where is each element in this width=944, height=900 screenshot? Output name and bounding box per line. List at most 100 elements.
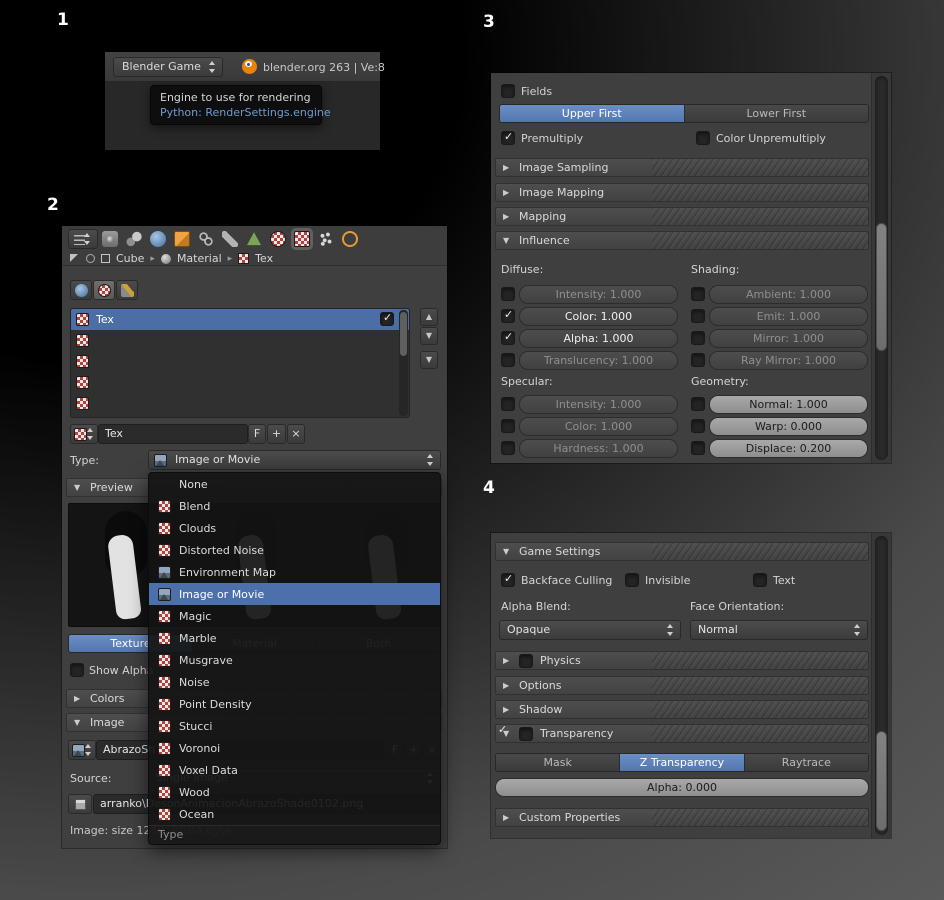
shading-ambient-slider[interactable]: Ambient: 1.000 bbox=[709, 285, 868, 304]
menu-item-distorted-noise[interactable]: Distorted Noise bbox=[149, 539, 440, 561]
geometry-normal-checkbox[interactable] bbox=[691, 397, 705, 411]
breadcrumb-material[interactable]: Material bbox=[177, 252, 222, 265]
fields-checkbox[interactable] bbox=[501, 84, 515, 98]
move-slot-down-button[interactable]: ▼ bbox=[420, 327, 438, 345]
texture-type-dropdown[interactable]: Image or Movie bbox=[148, 450, 441, 470]
diffuse-color-checkbox[interactable] bbox=[501, 308, 515, 323]
lower-first-button[interactable]: Lower First bbox=[684, 105, 868, 122]
geometry-displace-slider[interactable]: Displace: 0.200 bbox=[709, 439, 868, 458]
texture-tab-icon[interactable] bbox=[294, 231, 310, 247]
shading-emit-slider[interactable]: Emit: 1.000 bbox=[709, 307, 868, 326]
image-browse-button[interactable] bbox=[68, 740, 96, 760]
z-transparency-button[interactable]: Z Transparency bbox=[620, 754, 745, 771]
diffuse-translucency-checkbox[interactable] bbox=[501, 353, 515, 367]
specular-hardness-checkbox[interactable] bbox=[501, 441, 515, 455]
diffuse-alpha-checkbox[interactable] bbox=[501, 330, 515, 345]
shading-emit-checkbox[interactable] bbox=[691, 309, 705, 323]
specular-color-checkbox[interactable] bbox=[501, 419, 515, 433]
shading-ray-mirror-checkbox[interactable] bbox=[691, 353, 705, 367]
diffuse-color-slider[interactable]: Color: 1.000 bbox=[519, 307, 678, 326]
menu-item-blend[interactable]: Blend bbox=[149, 495, 440, 517]
scrollbar-thumb[interactable] bbox=[876, 731, 887, 831]
alpha-blend-dropdown[interactable]: Opaque bbox=[499, 620, 681, 640]
upper-first-button[interactable]: Upper First bbox=[500, 105, 685, 122]
fake-user-button[interactable]: F bbox=[248, 424, 266, 444]
influence-header[interactable]: Influence bbox=[495, 231, 869, 250]
menu-item-wood[interactable]: Wood bbox=[149, 781, 440, 803]
move-slot-up-button[interactable]: ▲ bbox=[420, 308, 438, 326]
world-tab-icon[interactable] bbox=[150, 231, 166, 247]
file-browse-button[interactable] bbox=[68, 794, 92, 814]
invisible-checkbox[interactable] bbox=[625, 573, 639, 587]
geometry-displace-checkbox[interactable] bbox=[691, 441, 705, 455]
mask-button[interactable]: Mask bbox=[496, 754, 621, 771]
menu-item-marble[interactable]: Marble bbox=[149, 627, 440, 649]
menu-item-stucci[interactable]: Stucci bbox=[149, 715, 440, 737]
scene-tab-icon[interactable] bbox=[126, 231, 142, 247]
text-checkbox[interactable] bbox=[753, 573, 767, 587]
texture-name-field[interactable]: Tex bbox=[98, 424, 248, 444]
new-texture-button[interactable]: + bbox=[267, 424, 286, 444]
diffuse-intensity-slider[interactable]: Intensity: 1.000 bbox=[519, 285, 678, 304]
alpha-slider[interactable]: Alpha: 0.000 bbox=[495, 778, 869, 797]
shading-mirror-checkbox[interactable] bbox=[691, 331, 705, 345]
world-texture-context-button[interactable] bbox=[70, 280, 92, 300]
texture-slot-active[interactable]: Tex bbox=[71, 309, 409, 330]
menu-item-environment-map[interactable]: Environment Map bbox=[149, 561, 440, 583]
unlink-texture-button[interactable]: × bbox=[287, 424, 305, 444]
breadcrumb-texture[interactable]: Tex bbox=[255, 252, 273, 265]
menu-item-voxel-data[interactable]: Voxel Data bbox=[149, 759, 440, 781]
options-header[interactable]: Options bbox=[495, 676, 869, 695]
specular-intensity-checkbox[interactable] bbox=[501, 397, 515, 411]
custom-properties-header[interactable]: Custom Properties bbox=[495, 808, 869, 827]
diffuse-alpha-slider[interactable]: Alpha: 1.000 bbox=[519, 329, 678, 348]
shading-ray-mirror-slider[interactable]: Ray Mirror: 1.000 bbox=[709, 351, 868, 370]
menu-item-ocean[interactable]: Ocean bbox=[149, 803, 440, 825]
material-tab-icon[interactable] bbox=[270, 231, 286, 247]
geometry-warp-slider[interactable]: Warp: 0.000 bbox=[709, 417, 868, 436]
menu-item-magic[interactable]: Magic bbox=[149, 605, 440, 627]
constraints-tab-icon[interactable] bbox=[198, 231, 214, 247]
breadcrumb-object[interactable]: Cube bbox=[116, 252, 144, 265]
transparency-header[interactable]: Transparency bbox=[495, 724, 869, 743]
physics-checkbox[interactable] bbox=[519, 653, 533, 668]
raytrace-button[interactable]: Raytrace bbox=[744, 754, 868, 771]
slot-specials-button[interactable]: ▼ bbox=[420, 351, 438, 369]
backface-culling-checkbox[interactable] bbox=[501, 572, 515, 587]
menu-item-musgrave[interactable]: Musgrave bbox=[149, 649, 440, 671]
texture-slot[interactable] bbox=[71, 330, 409, 351]
image-mapping-header[interactable]: Image Mapping bbox=[495, 183, 869, 202]
menu-item-none[interactable]: None bbox=[149, 473, 440, 495]
editor-type-button[interactable] bbox=[68, 229, 98, 249]
texture-browse-button[interactable] bbox=[70, 424, 98, 444]
render-engine-dropdown[interactable]: Blender Game bbox=[113, 57, 223, 77]
shading-ambient-checkbox[interactable] bbox=[691, 287, 705, 301]
texture-slot[interactable] bbox=[71, 351, 409, 372]
specular-color-slider[interactable]: Color: 1.000 bbox=[519, 417, 678, 436]
specular-intensity-slider[interactable]: Intensity: 1.000 bbox=[519, 395, 678, 414]
image-sampling-header[interactable]: Image Sampling bbox=[495, 158, 869, 177]
face-orientation-dropdown[interactable]: Normal bbox=[690, 620, 868, 640]
render-tab-icon[interactable] bbox=[102, 231, 118, 247]
menu-item-image-or-movie[interactable]: Image or Movie bbox=[149, 583, 440, 605]
game-settings-header[interactable]: Game Settings bbox=[495, 542, 869, 561]
pin-icon[interactable] bbox=[86, 254, 95, 263]
premultiply-checkbox[interactable] bbox=[501, 130, 515, 145]
particles-tab-icon[interactable] bbox=[318, 231, 334, 247]
scrollbar-thumb[interactable] bbox=[876, 223, 887, 351]
slot-enable-checkbox[interactable] bbox=[380, 311, 394, 326]
menu-item-noise[interactable]: Noise bbox=[149, 671, 440, 693]
texture-slot[interactable] bbox=[71, 372, 409, 393]
scrollbar-thumb[interactable] bbox=[400, 312, 407, 356]
physics-header[interactable]: Physics bbox=[495, 651, 869, 670]
modifiers-tab-icon[interactable] bbox=[222, 231, 238, 247]
material-texture-context-button[interactable] bbox=[93, 280, 115, 300]
menu-item-clouds[interactable]: Clouds bbox=[149, 517, 440, 539]
physics-tab-icon[interactable] bbox=[342, 231, 358, 247]
menu-item-point-density[interactable]: Point Density bbox=[149, 693, 440, 715]
geometry-normal-slider[interactable]: Normal: 1.000 bbox=[709, 395, 868, 414]
color-unpremultiply-checkbox[interactable] bbox=[696, 131, 710, 145]
shadow-header[interactable]: Shadow bbox=[495, 700, 869, 719]
diffuse-intensity-checkbox[interactable] bbox=[501, 287, 515, 301]
show-alpha-checkbox[interactable] bbox=[70, 663, 84, 677]
